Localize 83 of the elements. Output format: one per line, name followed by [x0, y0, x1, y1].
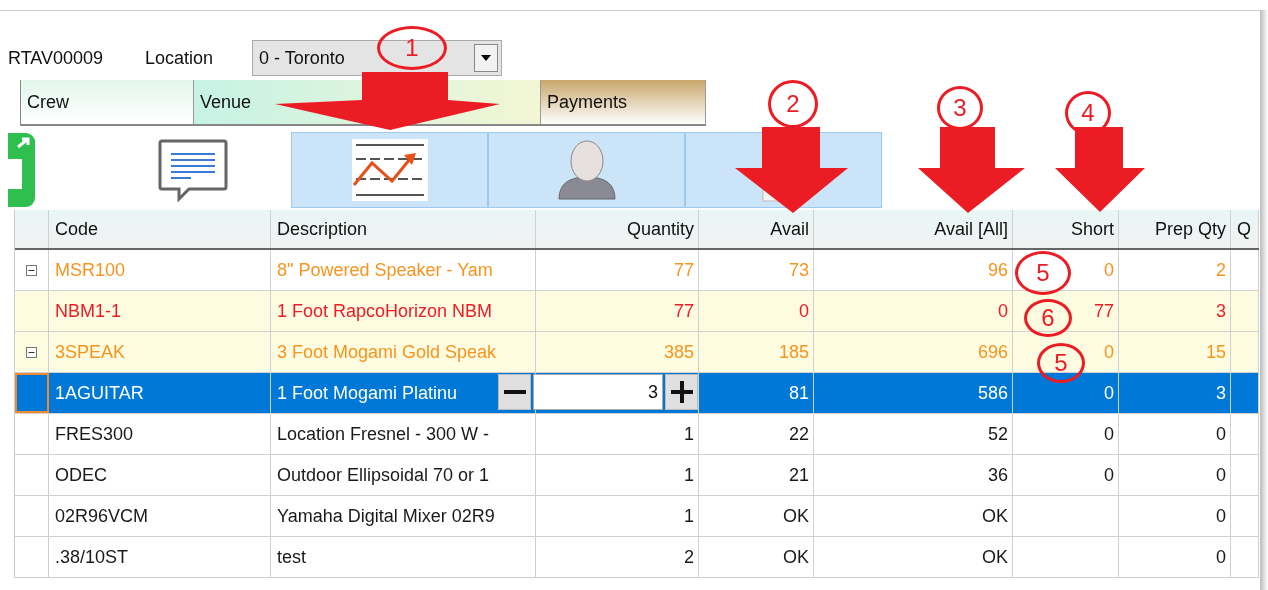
- callout-number: 5: [1037, 343, 1085, 383]
- column-header[interactable]: Quantity: [536, 210, 699, 248]
- table-cell: 1: [684, 505, 694, 527]
- table-cell: 0: [1104, 341, 1114, 363]
- trend-chart-icon: [351, 139, 428, 201]
- table-cell: 3 Foot Mogami Gold Speak: [277, 341, 497, 363]
- table-cell: 96: [987, 259, 1008, 281]
- table-cell: OK: [982, 546, 1008, 568]
- location-label: Location: [145, 47, 215, 69]
- table-cell: 0: [799, 300, 809, 322]
- table-cell: OK: [783, 546, 809, 568]
- table-cell: 0: [1216, 423, 1226, 445]
- table-cell: 3SPEAK: [55, 341, 126, 363]
- table-cell: 77: [673, 300, 694, 322]
- table-cell: 0: [1104, 382, 1114, 404]
- table-row[interactable]: 1AGUITAR 1 Foot Mogami Platinu 3 81 586 0 3: [15, 373, 1259, 414]
- collapse-icon[interactable]: [26, 346, 37, 358]
- table-cell: 586: [977, 382, 1008, 404]
- column-header[interactable]: Q: [1231, 210, 1259, 248]
- toolbar-button[interactable]: [291, 132, 488, 208]
- table-cell: Outdoor Ellipsoidal 70 or 1: [277, 464, 490, 486]
- table-cell: 0: [1104, 464, 1114, 486]
- table-cell: 77: [673, 259, 694, 281]
- tab[interactable]: Crew: [21, 80, 194, 124]
- column-header[interactable]: Code: [49, 210, 271, 248]
- table-cell: MSR100: [55, 259, 126, 281]
- table-cell: 1: [684, 423, 694, 445]
- table-row[interactable]: 02R96VCM Yamaha Digital Mixer 02R9 1 OK OK 0: [15, 496, 1259, 537]
- table-cell: 1 Foot RapcoHorizon NBM: [277, 300, 493, 322]
- table-cell: Yamaha Digital Mixer 02R9: [277, 505, 495, 527]
- callout-number: 3: [937, 86, 983, 130]
- tab[interactable]: Payments: [541, 80, 706, 124]
- table-cell: OK: [783, 505, 809, 527]
- table-cell: ODEC: [55, 464, 107, 486]
- table-cell: NBM1-1: [55, 300, 121, 322]
- table-cell: 2: [684, 546, 694, 568]
- increment-button[interactable]: [665, 374, 698, 410]
- table-cell: 2: [1216, 259, 1226, 281]
- quantity-input[interactable]: 3: [533, 374, 663, 410]
- table-row[interactable]: .38/10ST test 2 OK OK 0: [15, 537, 1259, 578]
- table-cell: 3: [1216, 382, 1226, 404]
- table-cell: 0: [1216, 546, 1226, 568]
- table-cell: 8" Powered Speaker - Yam: [277, 259, 493, 281]
- table-cell: 385: [663, 341, 694, 363]
- callout-number: 2: [768, 80, 818, 128]
- callout-number: 6: [1024, 299, 1072, 337]
- order-code: RTAV00009: [8, 47, 105, 69]
- table-row[interactable]: ODEC Outdoor Ellipsoidal 70 or 1 1 21 36 0 0: [15, 455, 1259, 496]
- table-cell: 73: [788, 259, 809, 281]
- minus-icon: [503, 390, 526, 394]
- speech-bubble-icon: [156, 138, 229, 202]
- table-cell: 52: [987, 423, 1008, 445]
- table-cell: OK: [982, 505, 1008, 527]
- decrement-button[interactable]: [498, 374, 531, 410]
- table-cell: 185: [778, 341, 809, 363]
- table-cell: 77: [1093, 300, 1114, 322]
- table-cell: 0: [1104, 423, 1114, 445]
- table-row[interactable]: FRES300 Location Fresnel - 300 W - 1 22 52 0 0: [15, 414, 1259, 455]
- table-cell: 0: [998, 300, 1008, 322]
- table-cell: Location Fresnel - 300 W -: [277, 423, 490, 445]
- table-cell: 1AGUITAR: [55, 382, 144, 404]
- table-cell: 36: [987, 464, 1008, 486]
- table-cell: 0: [1216, 464, 1226, 486]
- table-cell: 21: [788, 464, 809, 486]
- column-header[interactable]: Prep Qty: [1119, 210, 1231, 248]
- callout-number: 1: [377, 26, 447, 70]
- table-cell: 696: [977, 341, 1008, 363]
- table-cell: FRES300: [55, 423, 134, 445]
- table-cell: 81: [788, 382, 809, 404]
- table-cell: 1 Foot Mogami Platinu: [277, 382, 458, 404]
- callout-number: 5: [1015, 251, 1071, 295]
- column-header[interactable]: Description: [271, 210, 536, 248]
- table-cell: 22: [788, 423, 809, 445]
- table-cell: .38/10ST: [55, 546, 129, 568]
- plus-icon: [670, 381, 693, 403]
- collapse-icon[interactable]: [26, 264, 37, 276]
- table-cell: test: [277, 546, 306, 568]
- table-cell: 0: [1104, 259, 1114, 281]
- table-cell: 1: [684, 464, 694, 486]
- table-cell: 15: [1205, 341, 1226, 363]
- table-cell: 3: [1216, 300, 1226, 322]
- table-cell: 0: [1216, 505, 1226, 527]
- table-cell: 02R96VCM: [55, 505, 149, 527]
